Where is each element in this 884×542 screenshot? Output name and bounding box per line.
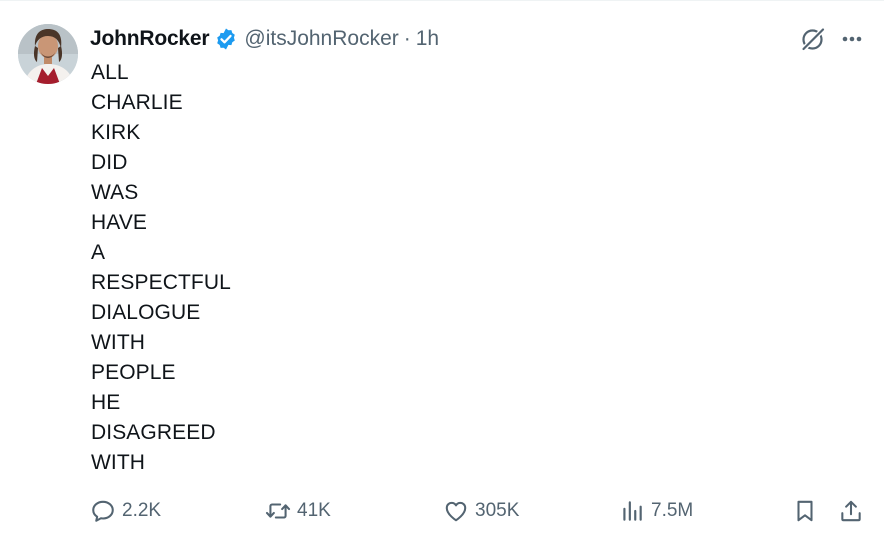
tweet-text-line: DISAGREED: [91, 421, 216, 444]
bookmark-icon: [797, 500, 813, 522]
tweet-text-line: WITH: [91, 451, 146, 474]
reply-button[interactable]: 2.2K: [90, 494, 161, 528]
heart-icon: [445, 501, 467, 522]
views-button[interactable]: 7.5M: [619, 494, 693, 528]
tweet-text-line: WAS: [91, 181, 139, 204]
reply-count: 2.2K: [122, 500, 162, 521]
like-count: 305K: [475, 500, 520, 521]
tweet[interactable]: JohnRocker @itsJohnRocker · 1h ALL CHARL…: [0, 0, 884, 542]
like-button[interactable]: 305K: [443, 494, 519, 528]
action-bar: 2.2K 41K 305K 7.5M: [0, 494, 884, 528]
verified-badge-icon[interactable]: [214, 27, 238, 51]
share-button[interactable]: [838, 494, 864, 528]
tweet-text-line: DID: [91, 151, 128, 174]
author-handle[interactable]: @itsJohnRocker: [244, 27, 398, 51]
tweet-text-line: RESPECTFUL: [91, 271, 231, 294]
tweet-text-line: A: [91, 241, 106, 264]
tweet-text-line: DIALOGUE: [91, 301, 201, 324]
bookmark-button[interactable]: [792, 494, 818, 528]
repost-button[interactable]: 41K: [265, 494, 331, 528]
tweet-header: JohnRocker @itsJohnRocker · 1h: [90, 24, 439, 54]
timestamp[interactable]: 1h: [416, 27, 439, 51]
tweet-text-line: HAVE: [91, 211, 148, 234]
tweet-text: ALL CHARLIE KIRK DID WAS HAVE A RESPECTF…: [91, 58, 231, 478]
views-count: 7.5M: [651, 500, 694, 521]
tweet-text-line: KIRK: [91, 121, 141, 144]
tweet-text-line: HE: [91, 391, 121, 414]
views-icon: [623, 501, 642, 521]
separator-dot: ·: [403, 27, 411, 50]
avatar[interactable]: [18, 24, 78, 84]
tweet-text-line: WITH: [91, 331, 146, 354]
repost-icon: [265, 503, 291, 519]
share-icon: [841, 500, 861, 522]
tweet-text-line: CHARLIE: [91, 91, 183, 114]
grok-icon[interactable]: [800, 26, 826, 52]
tweet-text-line: ALL: [91, 61, 129, 84]
tweet-text-line: PEOPLE: [91, 361, 176, 384]
reply-icon: [92, 500, 114, 522]
repost-count: 41K: [297, 500, 331, 521]
author-display-name[interactable]: JohnRocker: [90, 27, 210, 51]
more-icon[interactable]: [838, 28, 866, 50]
